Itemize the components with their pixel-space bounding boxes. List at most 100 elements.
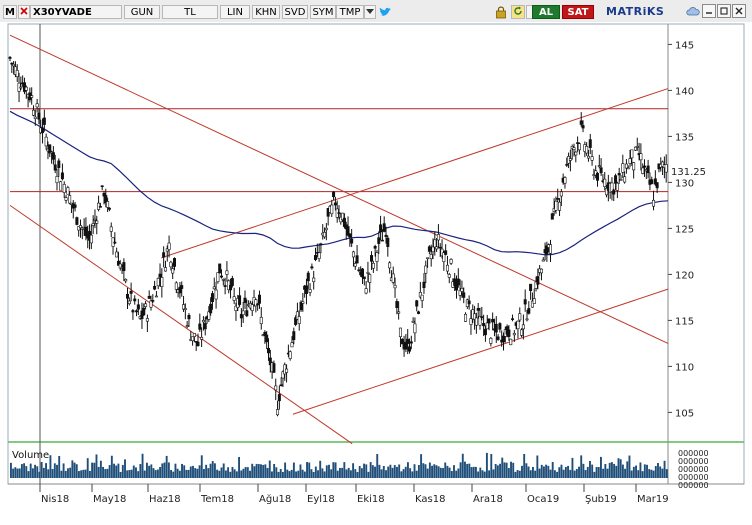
volume-bar [617, 458, 620, 478]
volume-bar [227, 467, 230, 478]
price-bar-body [558, 201, 562, 211]
price-bar-body [435, 246, 439, 250]
volume-bar [187, 469, 190, 478]
sym-button[interactable]: SYM [310, 5, 336, 19]
price-tick-label: 120 [675, 270, 694, 281]
symbol-field[interactable]: X30YVADE [30, 5, 122, 19]
scale-button[interactable]: LIN [220, 5, 250, 19]
volume-bar [562, 469, 565, 478]
volume-bar [152, 468, 155, 478]
price-bar-body [539, 268, 543, 274]
price-bar-body [476, 308, 480, 311]
maximize-icon[interactable] [717, 4, 731, 18]
price-bar-body [548, 244, 552, 254]
price-bar-body [511, 318, 515, 320]
price-bar-body [257, 294, 261, 304]
period-button[interactable]: GUN [124, 5, 160, 19]
menu-dropdown-icon[interactable] [364, 5, 376, 19]
price-bar-body [232, 296, 236, 301]
volume-bar [573, 470, 576, 478]
volume-bar [378, 464, 381, 478]
chart-area[interactable]: 105 110 115 120 125 130 135 140 145 131.25 Volume… [0, 22, 752, 522]
price-bar-body [93, 218, 97, 221]
volume-bar [648, 469, 651, 478]
buy-button[interactable]: AL [532, 5, 560, 19]
volume-bar [95, 454, 98, 478]
volume-bar [545, 464, 548, 478]
minimize-icon[interactable] [702, 4, 716, 18]
volume-bar [121, 464, 124, 478]
price-bar-body [487, 318, 491, 324]
volume-bar [626, 461, 629, 478]
menu-m-button[interactable]: M [3, 5, 17, 19]
volume-bar [529, 470, 532, 478]
twitter-icon[interactable] [378, 5, 392, 19]
volume-bar [58, 456, 61, 478]
price-bar-body [424, 265, 428, 274]
close-icon[interactable] [732, 4, 746, 18]
volume-bar [332, 462, 335, 478]
volume-bar [301, 469, 304, 478]
lock-icon[interactable] [495, 5, 507, 19]
price-bar-body [436, 234, 440, 241]
volume-bar [415, 470, 418, 478]
volume-bar [341, 467, 344, 478]
price-bar-body [447, 274, 451, 278]
volume-bar [426, 468, 429, 478]
volume-bar [135, 467, 137, 478]
volume-bar [553, 470, 556, 478]
price-bar-body [357, 269, 361, 272]
price-bar-body [198, 323, 202, 330]
volume-bar [409, 468, 412, 478]
price-bar-body [585, 145, 589, 154]
price-bar-body [160, 277, 164, 287]
price-bar-body [129, 290, 133, 294]
price-bar-body [212, 286, 216, 290]
price-bar-body [639, 153, 643, 161]
price-bar-body [55, 176, 59, 184]
volume-bar [196, 468, 199, 478]
price-bar-body [245, 310, 249, 317]
volume-bar [457, 468, 460, 478]
volume-bar [514, 471, 517, 478]
date-tick-label: May18 [93, 494, 126, 505]
volume-bar [198, 465, 201, 478]
volume-bar [115, 465, 118, 478]
price-chart[interactable]: 105 110 115 120 125 130 135 140 145 131.25 Volume… [0, 22, 752, 522]
khn-button[interactable]: KHN [252, 5, 280, 19]
currency-button[interactable]: TL [162, 5, 218, 19]
price-bar-body [577, 143, 581, 151]
volume-bar [18, 468, 21, 478]
volume-bar [275, 467, 278, 478]
volume-bar [400, 471, 403, 478]
volume-bar [249, 470, 251, 478]
sell-button[interactable]: SAT [562, 5, 594, 19]
price-bar-body [62, 184, 66, 193]
price-bar-body [113, 241, 117, 244]
volume-bar [51, 468, 54, 478]
price-bar-body [362, 276, 366, 280]
price-bar-body [379, 224, 383, 233]
refresh-icon[interactable] [511, 5, 525, 19]
volume-bar [363, 463, 366, 478]
price-bar-body [60, 172, 64, 180]
volume-bar [503, 462, 506, 478]
volume-bar [317, 470, 319, 478]
svd-button[interactable]: SVD [282, 5, 308, 19]
price-bar-body [415, 300, 419, 307]
volume-bar [637, 470, 640, 478]
price-bar-body [30, 95, 34, 98]
price-bar-body [384, 234, 388, 237]
price-bar-body [489, 338, 493, 344]
tmp-button[interactable]: TMP [336, 5, 364, 19]
price-bar-body [203, 323, 207, 330]
cloud-icon[interactable] [686, 5, 700, 19]
close-symbol-icon[interactable] [18, 5, 30, 19]
volume-bar [518, 470, 521, 478]
volume-bar [422, 463, 425, 478]
price-bar-body [169, 261, 173, 268]
volume-bar [595, 467, 598, 478]
price-bar-body [59, 181, 63, 191]
price-bar-body [464, 313, 468, 322]
price-bar-body [351, 251, 355, 258]
